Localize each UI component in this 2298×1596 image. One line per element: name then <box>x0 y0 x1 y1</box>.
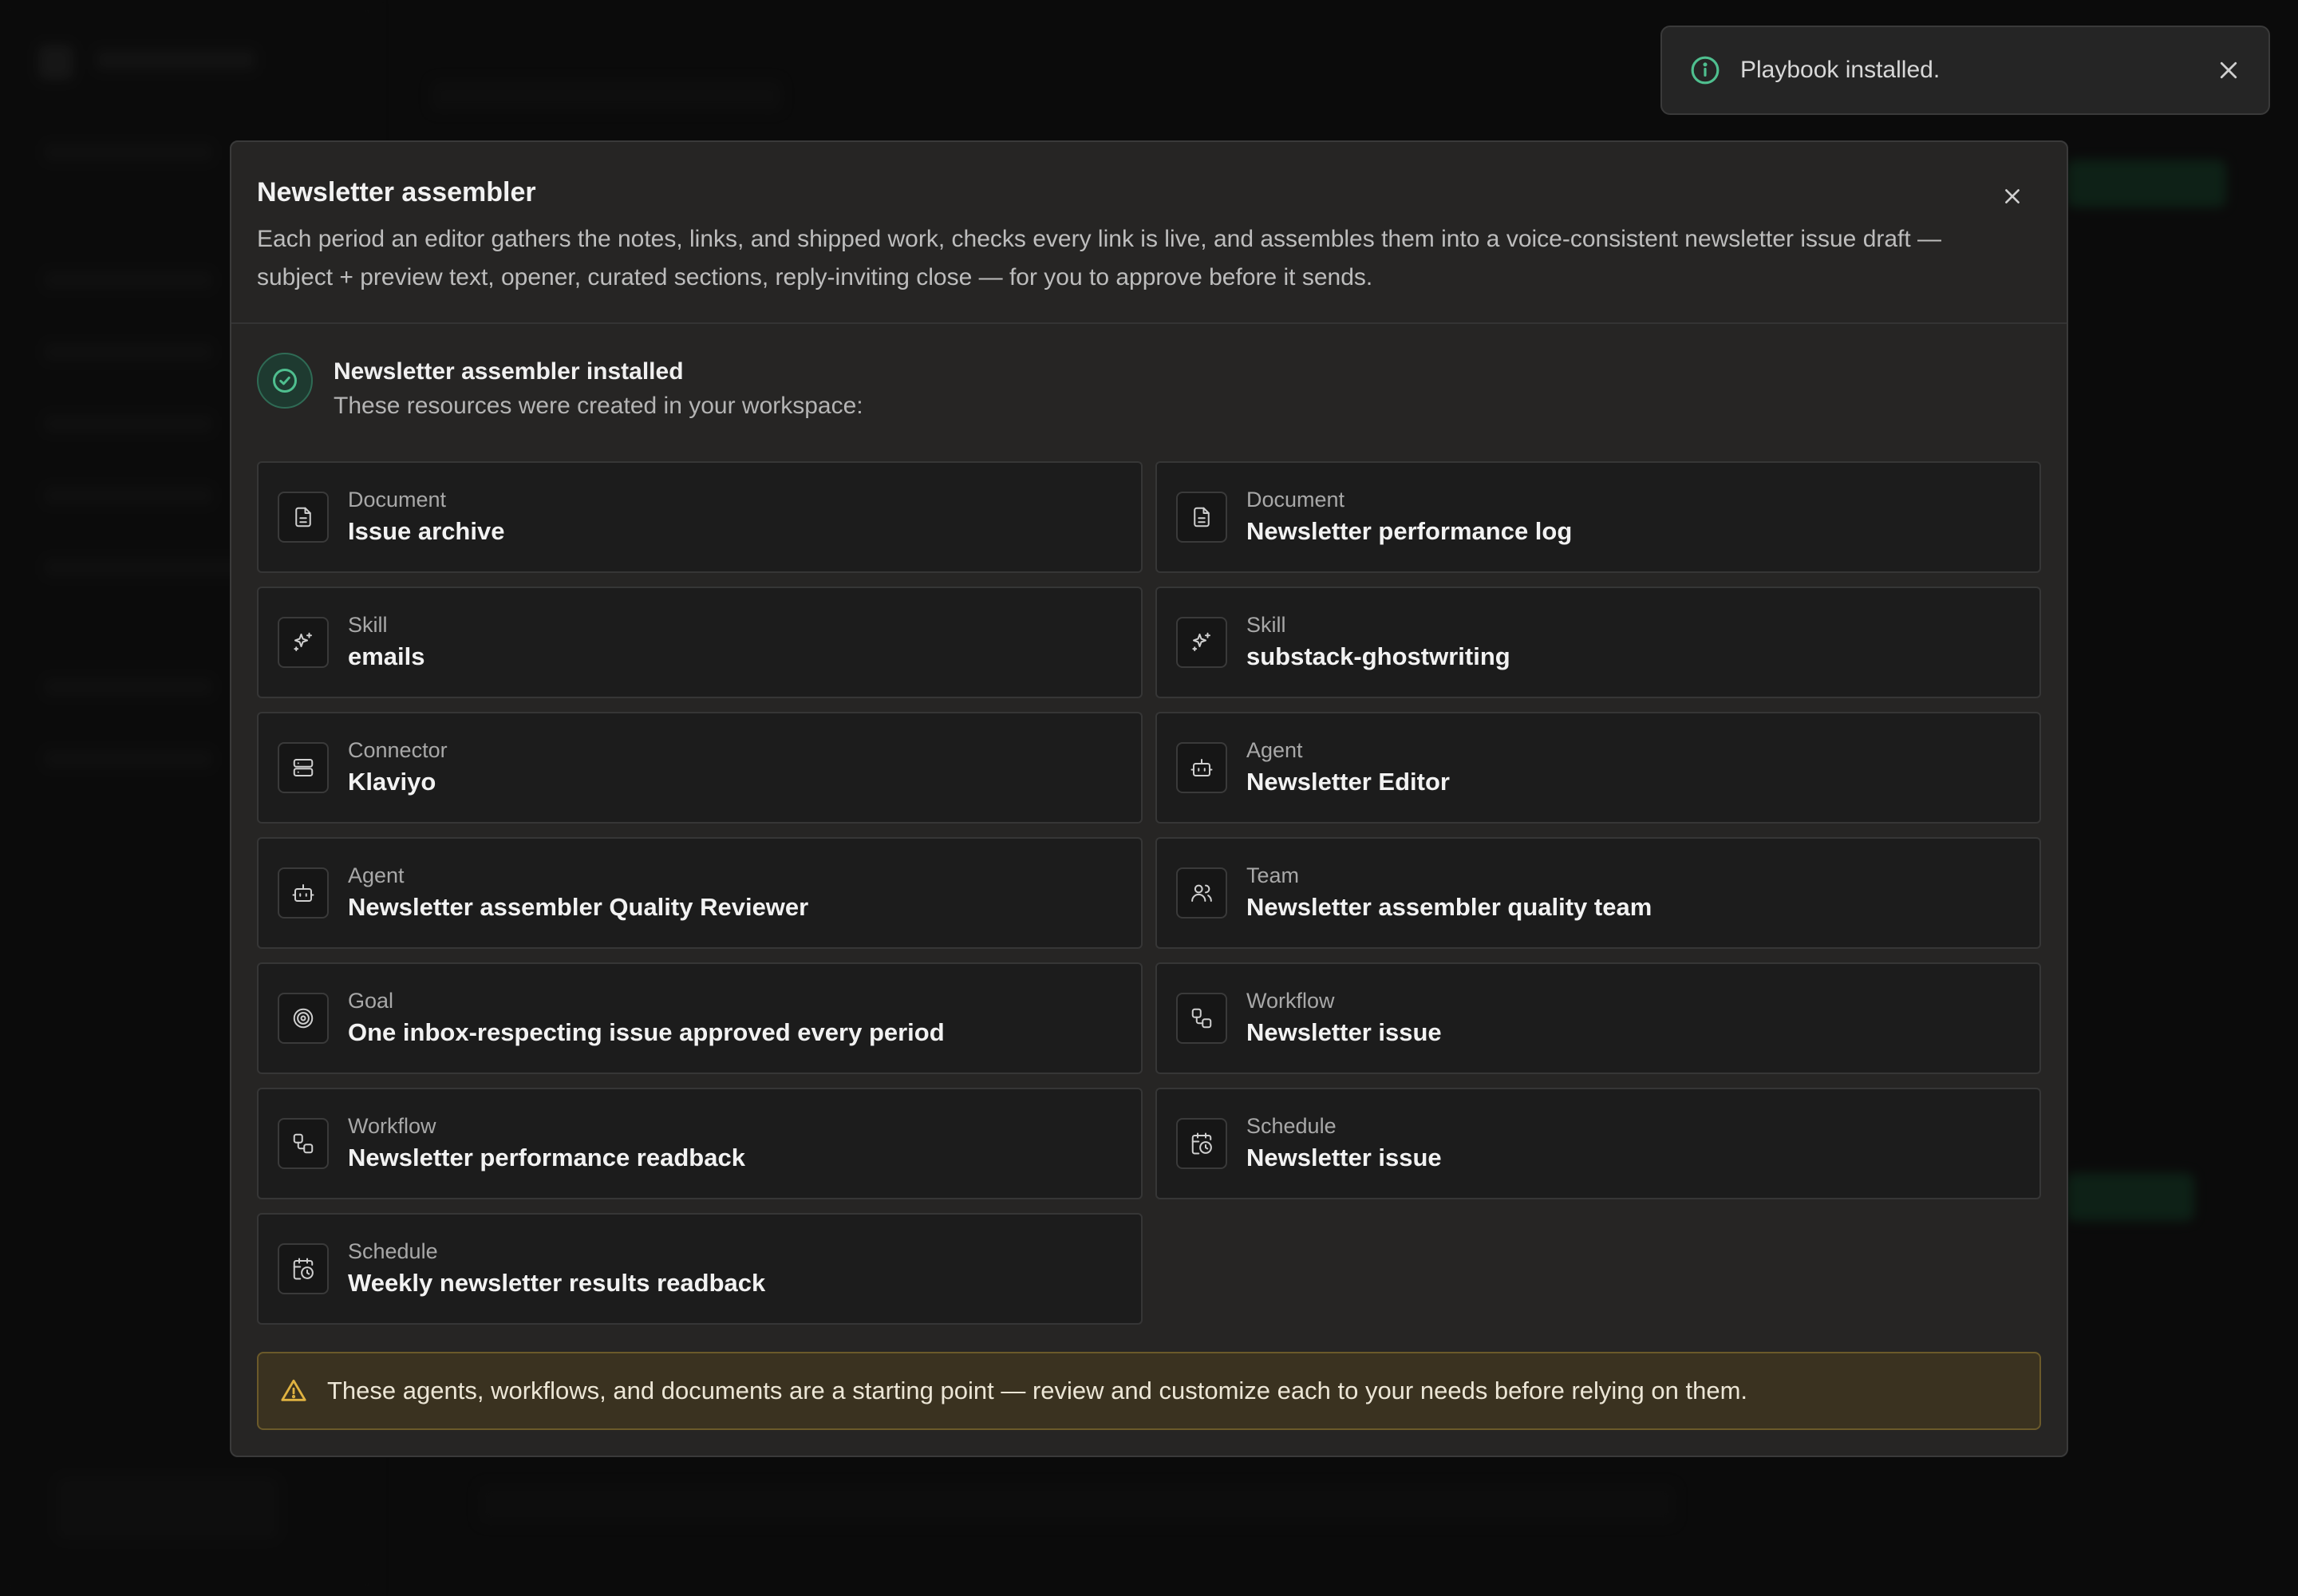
resource-type: Connector <box>348 738 448 762</box>
resource-name: One inbox-respecting issue approved ever… <box>348 1018 945 1046</box>
calendar-clock-icon <box>1176 1118 1227 1169</box>
resource-type: Team <box>1246 863 1300 887</box>
resource-type: Skill <box>348 613 388 637</box>
resource-type: Schedule <box>1246 1114 1337 1138</box>
resource-type: Document <box>348 488 447 512</box>
close-icon <box>2220 61 2237 79</box>
check-circle-icon <box>257 353 313 409</box>
resource-name: Newsletter assembler Quality Reviewer <box>348 893 809 921</box>
resource-type: Agent <box>348 863 405 887</box>
warning-banner: These agents, workflows, and documents a… <box>257 1352 2041 1430</box>
resource-name: Newsletter issue <box>1246 1018 1442 1046</box>
warning-triangle-icon <box>278 1375 310 1407</box>
dialog-header: Newsletter assembler Each period an edit… <box>231 142 2067 324</box>
resource-type: Document <box>1246 488 1345 512</box>
workflow-icon <box>1176 993 1227 1044</box>
resource-card[interactable]: Skill emails <box>257 587 1143 698</box>
resource-name: Weekly newsletter results readback <box>348 1269 766 1297</box>
resource-card[interactable]: Team Newsletter assembler quality team <box>1155 837 2041 949</box>
close-icon <box>2005 189 2020 203</box>
resource-name: Newsletter assembler quality team <box>1246 893 1652 921</box>
workflow-icon <box>278 1118 329 1169</box>
resource-card[interactable]: Schedule Newsletter issue <box>1155 1088 2041 1199</box>
document-icon <box>1176 492 1227 543</box>
info-icon <box>1689 54 1721 86</box>
resource-name: emails <box>348 642 425 670</box>
resource-card[interactable]: Document Issue archive <box>257 461 1143 573</box>
toast-close-button[interactable] <box>2213 54 2245 86</box>
resource-name: Klaviyo <box>348 768 436 796</box>
target-icon <box>278 993 329 1044</box>
install-success-banner: Newsletter assembler installed These res… <box>257 353 863 425</box>
warning-text: These agents, workflows, and documents a… <box>327 1377 1748 1404</box>
resource-card[interactable]: Agent Newsletter Editor <box>1155 712 2041 824</box>
resource-type: Workflow <box>1246 989 1335 1013</box>
playbook-installed-dialog: Newsletter assembler Each period an edit… <box>230 140 2068 1457</box>
sparkles-icon <box>1176 617 1227 668</box>
resource-card[interactable]: Connector Klaviyo <box>257 712 1143 824</box>
resource-card[interactable]: Document Newsletter performance log <box>1155 461 2041 573</box>
resource-card[interactable]: Agent Newsletter assembler Quality Review… <box>257 837 1143 949</box>
resource-name: Issue archive <box>348 517 505 545</box>
resource-card[interactable]: Goal One inbox-respecting issue approved … <box>257 962 1143 1074</box>
toast-message: Playbook installed. <box>1740 57 1941 83</box>
document-icon <box>278 492 329 543</box>
calendar-clock-icon <box>278 1243 329 1294</box>
users-icon <box>1176 867 1227 918</box>
success-title: Newsletter assembler installed <box>334 358 684 385</box>
resource-type: Skill <box>1246 613 1286 637</box>
resource-name: Newsletter performance log <box>1246 517 1573 545</box>
resource-list: Document Issue archive Document Newsletter … <box>257 461 2041 1325</box>
resource-type: Goal <box>348 989 394 1013</box>
bot-icon <box>278 867 329 918</box>
resource-name: Newsletter issue <box>1246 1144 1442 1171</box>
success-subtitle: These resources were created in your wor… <box>334 393 863 419</box>
resource-name: Newsletter performance readback <box>348 1144 745 1171</box>
resource-type: Agent <box>1246 738 1303 762</box>
resource-card[interactable]: Skill substack-ghostwriting <box>1155 587 2041 698</box>
dialog-description: Each period an editor gathers the notes,… <box>257 226 1942 290</box>
bot-icon <box>1176 742 1227 793</box>
resource-card[interactable]: Workflow Newsletter performance readback <box>257 1088 1143 1199</box>
resource-card[interactable]: Workflow Newsletter issue <box>1155 962 2041 1074</box>
resource-name: substack-ghostwriting <box>1246 642 1510 670</box>
toast-notification: Playbook installed. <box>1660 26 2270 115</box>
resource-type: Schedule <box>348 1239 438 1263</box>
sparkles-icon <box>278 617 329 668</box>
resource-card[interactable]: Schedule Weekly newsletter results readba… <box>257 1213 1143 1325</box>
server-icon <box>278 742 329 793</box>
resource-name: Newsletter Editor <box>1246 768 1450 796</box>
dialog-close-button[interactable] <box>1996 180 2028 212</box>
dialog-title: Newsletter assembler <box>257 177 536 207</box>
resource-type: Workflow <box>348 1114 436 1138</box>
